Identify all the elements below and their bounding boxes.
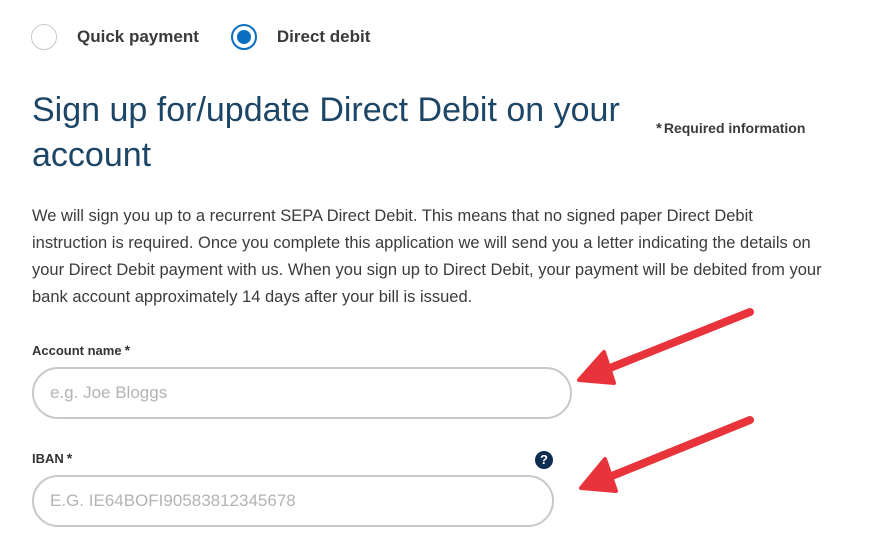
direct-debit-label[interactable]: Direct debit <box>277 27 371 47</box>
account-name-label: Account name * <box>32 342 130 358</box>
iban-label-text: IBAN <box>32 451 64 466</box>
account-name-label-text: Account name <box>32 343 122 358</box>
radio-selected-dot <box>236 30 251 44</box>
page-title: Sign up for/update Direct Debit on your … <box>32 91 620 174</box>
account-name-input[interactable] <box>32 367 572 419</box>
iban-label: IBAN * <box>32 450 72 466</box>
iban-required-star: * <box>66 450 73 466</box>
account-name-required-star: * <box>124 342 131 358</box>
red-arrow-icon <box>579 416 754 493</box>
iban-help-icon[interactable]: ? <box>535 451 553 469</box>
direct-debit-radio[interactable] <box>230 24 257 50</box>
payment-type-radio-group: Quick payment Direct debit <box>31 24 402 50</box>
iban-input[interactable] <box>32 475 554 527</box>
required-information-note: * Required information <box>656 120 805 137</box>
required-information-label: Required information <box>663 120 806 136</box>
quick-payment-option[interactable]: Quick payment <box>31 24 199 50</box>
red-arrow-icon <box>577 308 754 385</box>
direct-debit-option[interactable]: Direct debit <box>230 24 371 50</box>
quick-payment-label[interactable]: Quick payment <box>77 27 199 47</box>
quick-payment-radio[interactable] <box>31 24 57 50</box>
direct-debit-description: We will sign you up to a recurrent SEPA … <box>32 207 822 306</box>
required-star-icon: * <box>656 120 662 137</box>
